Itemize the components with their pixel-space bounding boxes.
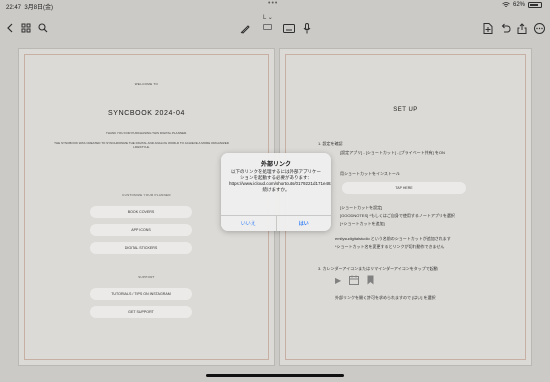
dialog-buttons: いいえ はい — [221, 215, 331, 231]
home-indicator[interactable] — [206, 374, 344, 377]
dialog-message: 以下のリンクを処理するには外部アプリケーションを起動する必要があります： htt… — [229, 169, 331, 192]
dialog-title: 外部リンク — [260, 162, 291, 168]
confirm-button[interactable]: はい — [275, 216, 332, 231]
cancel-button[interactable]: いいえ — [221, 216, 276, 231]
external-link-dialog: 外部リンク 以下のリンクを処理するには外部アプリケーションを起動する必要がありま… — [221, 153, 331, 231]
